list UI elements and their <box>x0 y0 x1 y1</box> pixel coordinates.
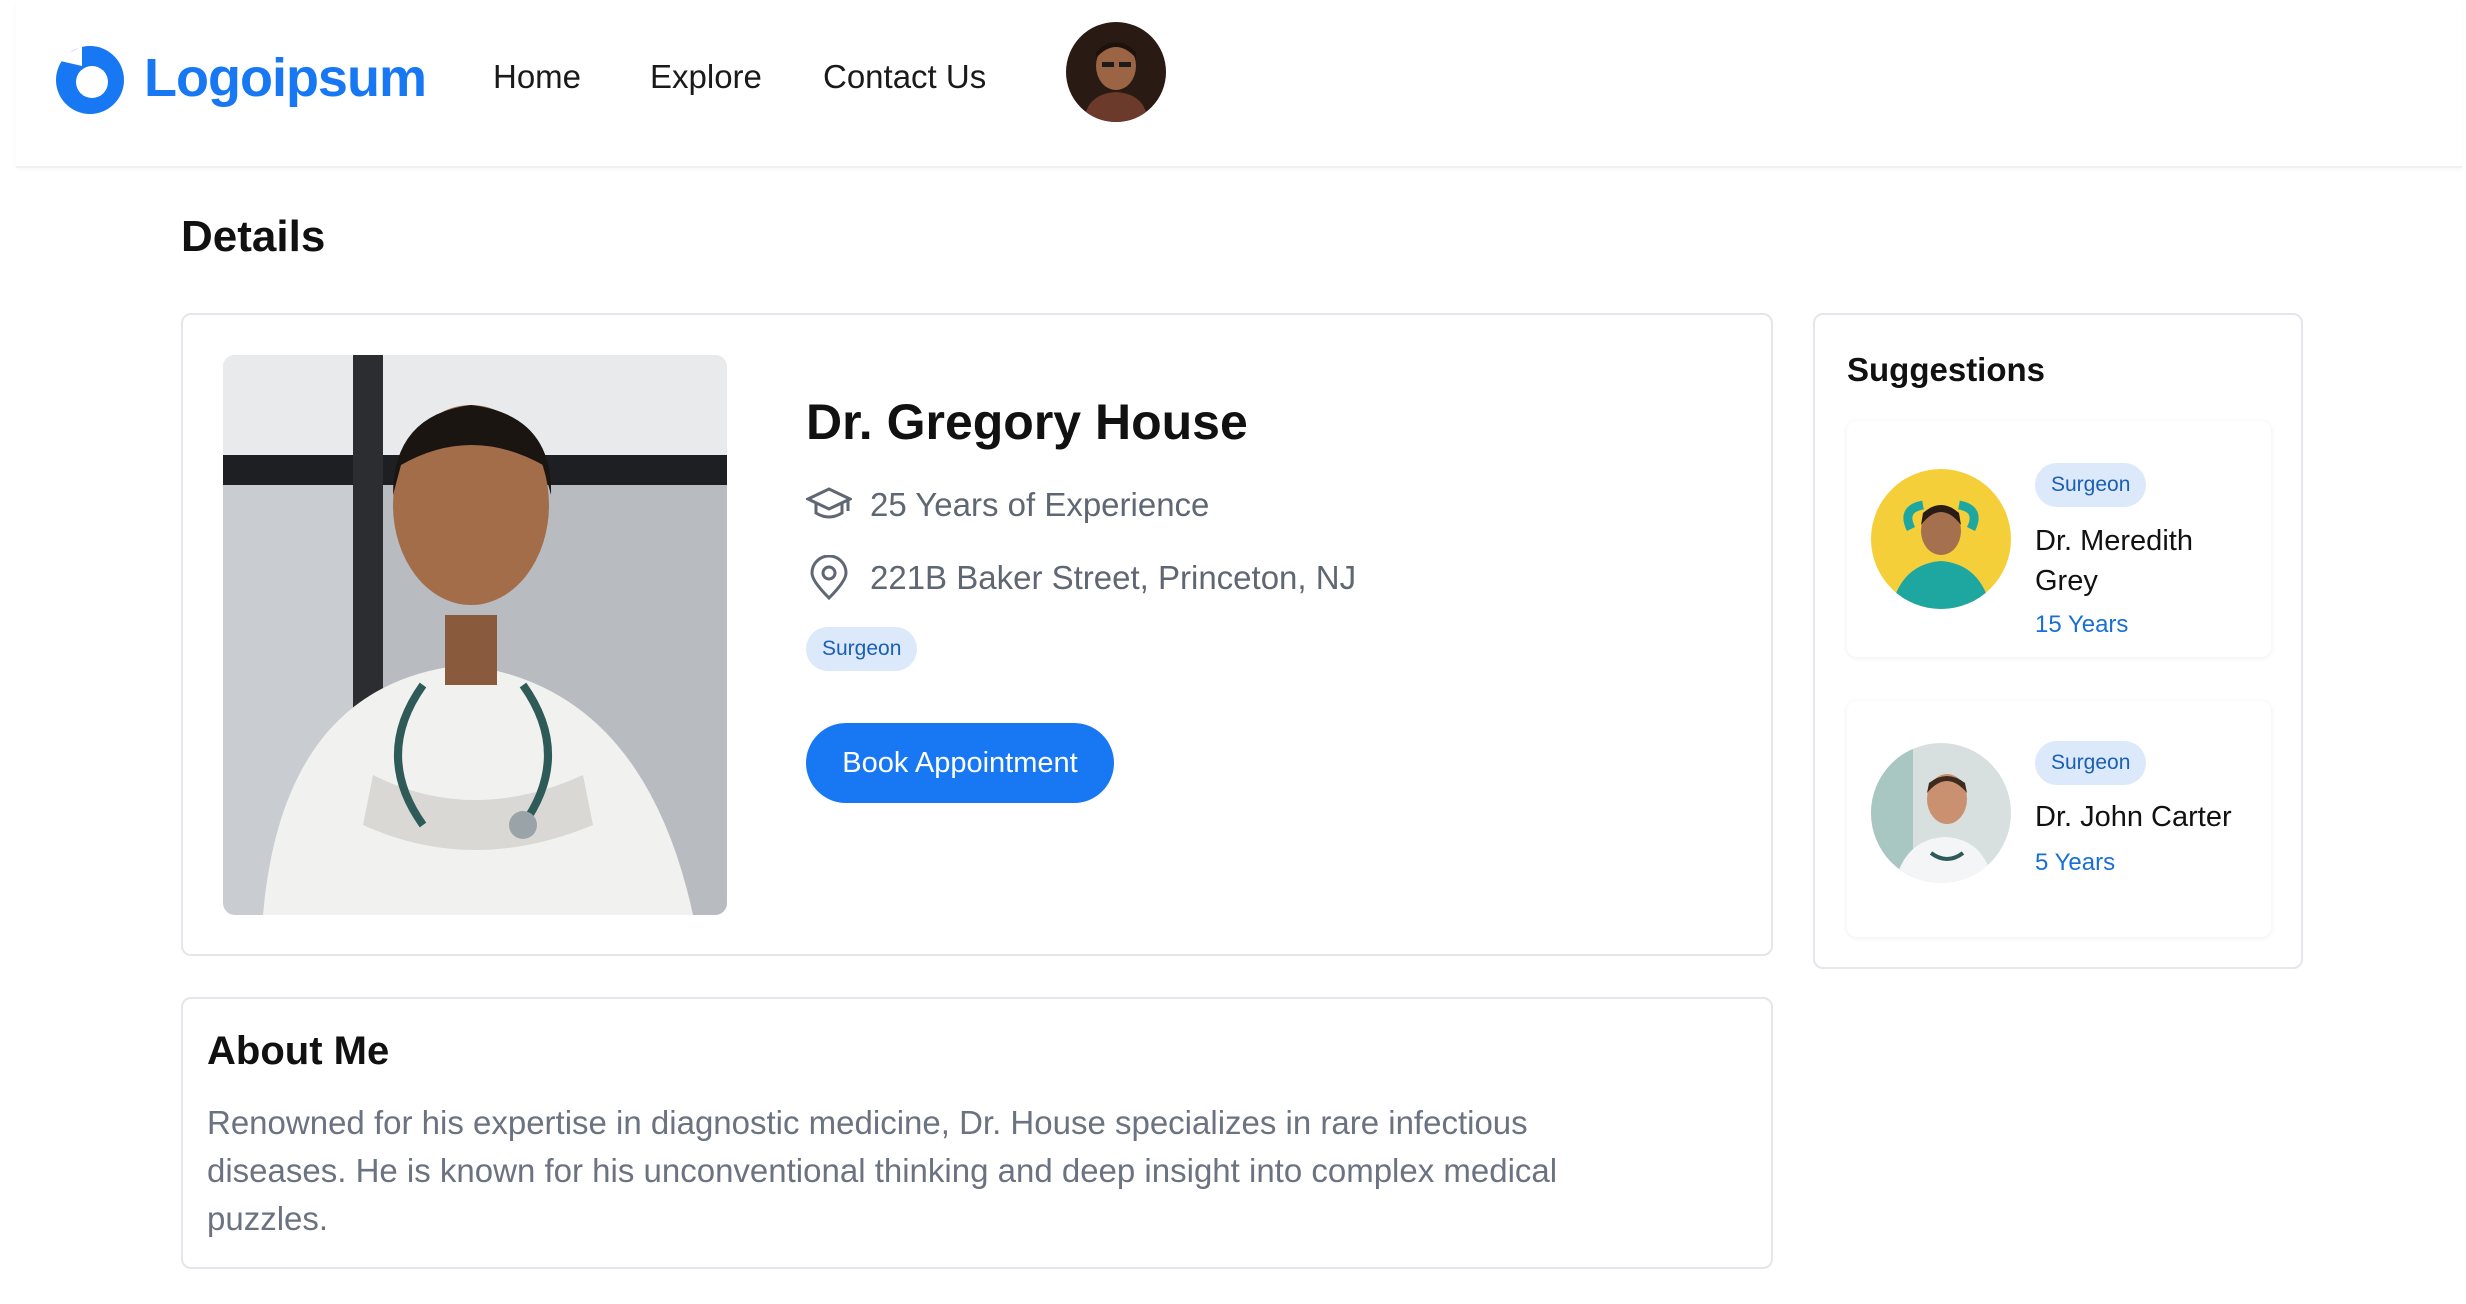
suggestions-title: Suggestions <box>1847 351 2046 388</box>
suggestion-item-john-carter[interactable]: Surgeon Dr. John Carter 5 Years <box>1847 701 2271 937</box>
suggestion-specialty-badge: Surgeon <box>2035 463 2147 507</box>
suggestions-card: Suggestions Surgeon Dr. Meredith Grey 15… <box>1813 313 2303 969</box>
book-appointment-button[interactable]: Book Appointment <box>806 723 1114 803</box>
suggestion-name: Dr. Meredith Grey <box>2035 525 2193 597</box>
address-row: 221B Baker Street, Princeton, NJ <box>806 555 1356 601</box>
doctor-profile-card: Dr. Gregory House 25 Years of Experience… <box>181 313 1773 956</box>
suggestion-avatar-image <box>1871 469 2011 609</box>
about-text: Renowned for his expertise in diagnostic… <box>207 1104 1558 1237</box>
suggestion-avatar-image <box>1871 743 2011 883</box>
nav-home[interactable]: Home <box>493 58 581 96</box>
graduation-cap-icon <box>806 487 852 519</box>
logo-icon <box>56 46 124 114</box>
suggestion-avatar <box>1871 743 2011 883</box>
user-avatar[interactable] <box>1066 22 1166 122</box>
doctor-photo-image <box>223 355 727 915</box>
nav-contact-us[interactable]: Contact Us <box>823 58 986 96</box>
doctor-name: Dr. Gregory House <box>806 394 1248 450</box>
suggestion-years: 5 Years <box>2035 849 2116 876</box>
suggestion-years: 15 Years <box>2035 611 2129 638</box>
experience-row: 25 Years of Experience <box>806 485 1209 525</box>
about-me-card: About Me Renowned for his expertise in d… <box>181 997 1773 1269</box>
address-text: 221B Baker Street, Princeton, NJ <box>870 559 1357 596</box>
logo-text: Logoipsum <box>144 48 427 108</box>
suggestion-item-meredith-grey[interactable]: Surgeon Dr. Meredith Grey 15 Years <box>1847 421 2271 657</box>
page-title: Details <box>181 212 326 261</box>
suggestion-name: Dr. John Carter <box>2035 801 2232 833</box>
suggestion-avatar <box>1871 469 2011 609</box>
doctor-photo <box>223 355 727 915</box>
logo[interactable]: Logoipsum <box>52 40 427 116</box>
experience-text: 25 Years of Experience <box>870 486 1210 523</box>
location-pin-icon <box>810 555 848 601</box>
about-title: About Me <box>207 1029 390 1073</box>
top-navbar: Logoipsum Home Explore Contact Us <box>16 0 2462 168</box>
suggestion-specialty-badge: Surgeon <box>2035 741 2147 785</box>
nav-explore[interactable]: Explore <box>650 58 762 96</box>
user-avatar-image <box>1066 22 1166 122</box>
specialty-badge: Surgeon <box>806 627 918 671</box>
